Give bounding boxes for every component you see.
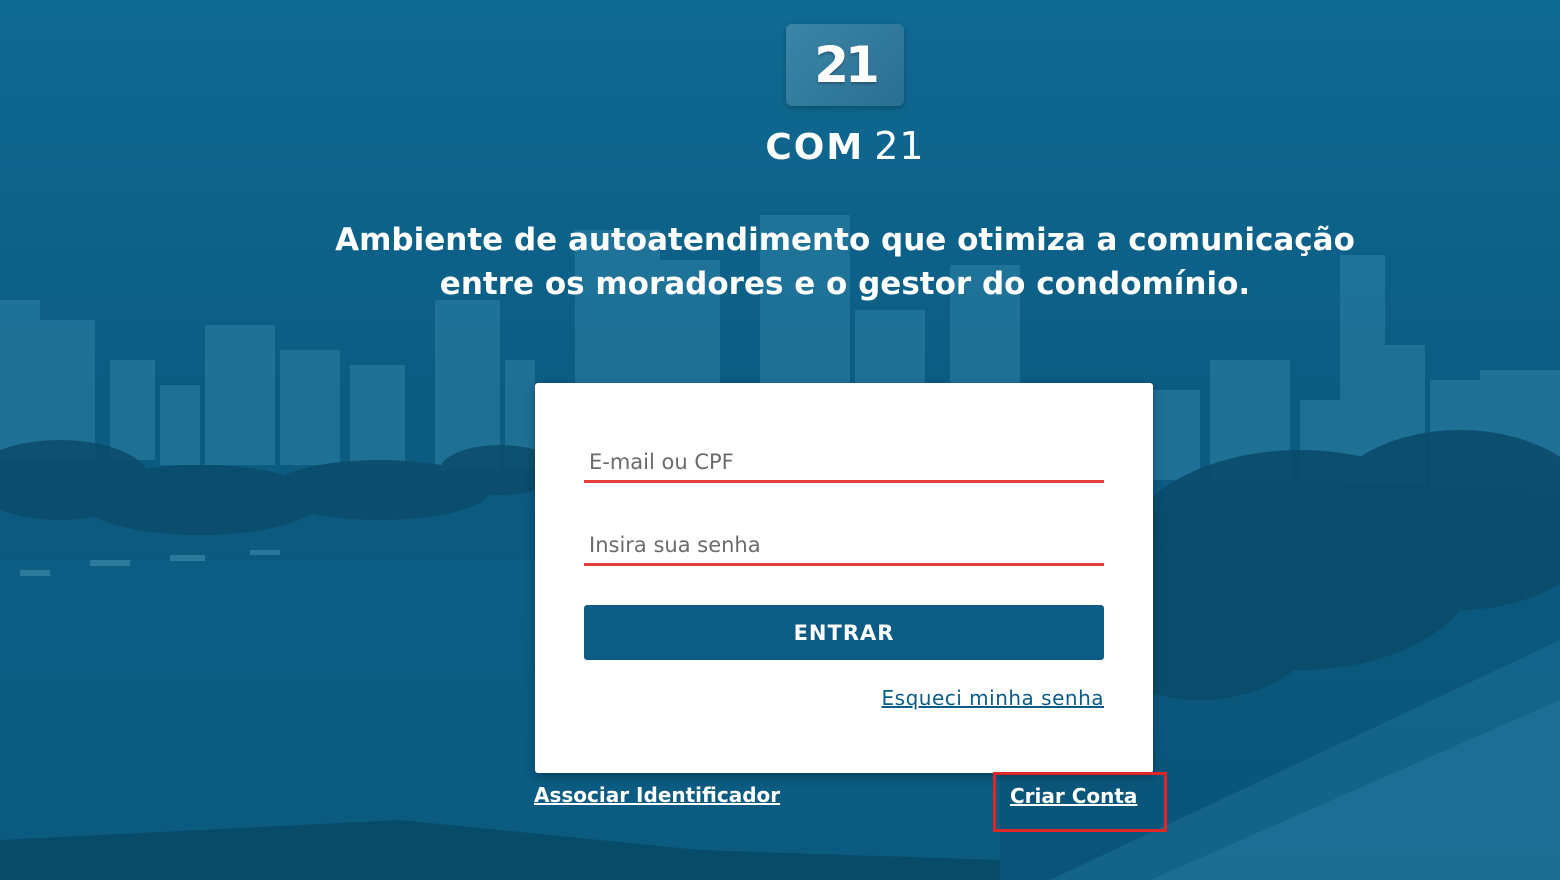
tagline-line-2: entre os moradores e o gestor do condomí… <box>439 266 1251 302</box>
login-submit-button[interactable]: ENTRAR <box>584 605 1104 660</box>
tagline-line-1: Ambiente de autoatendimento que otimiza … <box>335 222 1355 258</box>
associate-identifier-link[interactable]: Associar Identificador <box>534 783 780 807</box>
logo-tile-text: 21 <box>814 36 880 94</box>
create-account-highlight-box: Criar Conta <box>993 772 1167 832</box>
brand-wordmark-light: 21 <box>874 124 925 168</box>
login-card: ENTRAR Esqueci minha senha <box>535 383 1153 773</box>
com21-logo-tile: 21 <box>786 24 904 106</box>
brand-wordmark: COM 21 <box>0 124 1560 172</box>
create-account-link[interactable]: Criar Conta <box>1010 784 1137 808</box>
tagline: Ambiente de autoatendimento que otimiza … <box>0 218 1560 306</box>
brand-wordmark-bold: COM <box>765 127 865 168</box>
password-input[interactable] <box>584 526 1104 566</box>
forgot-password-link[interactable]: Esqueci minha senha <box>882 686 1104 710</box>
email-cpf-input[interactable] <box>584 443 1104 483</box>
